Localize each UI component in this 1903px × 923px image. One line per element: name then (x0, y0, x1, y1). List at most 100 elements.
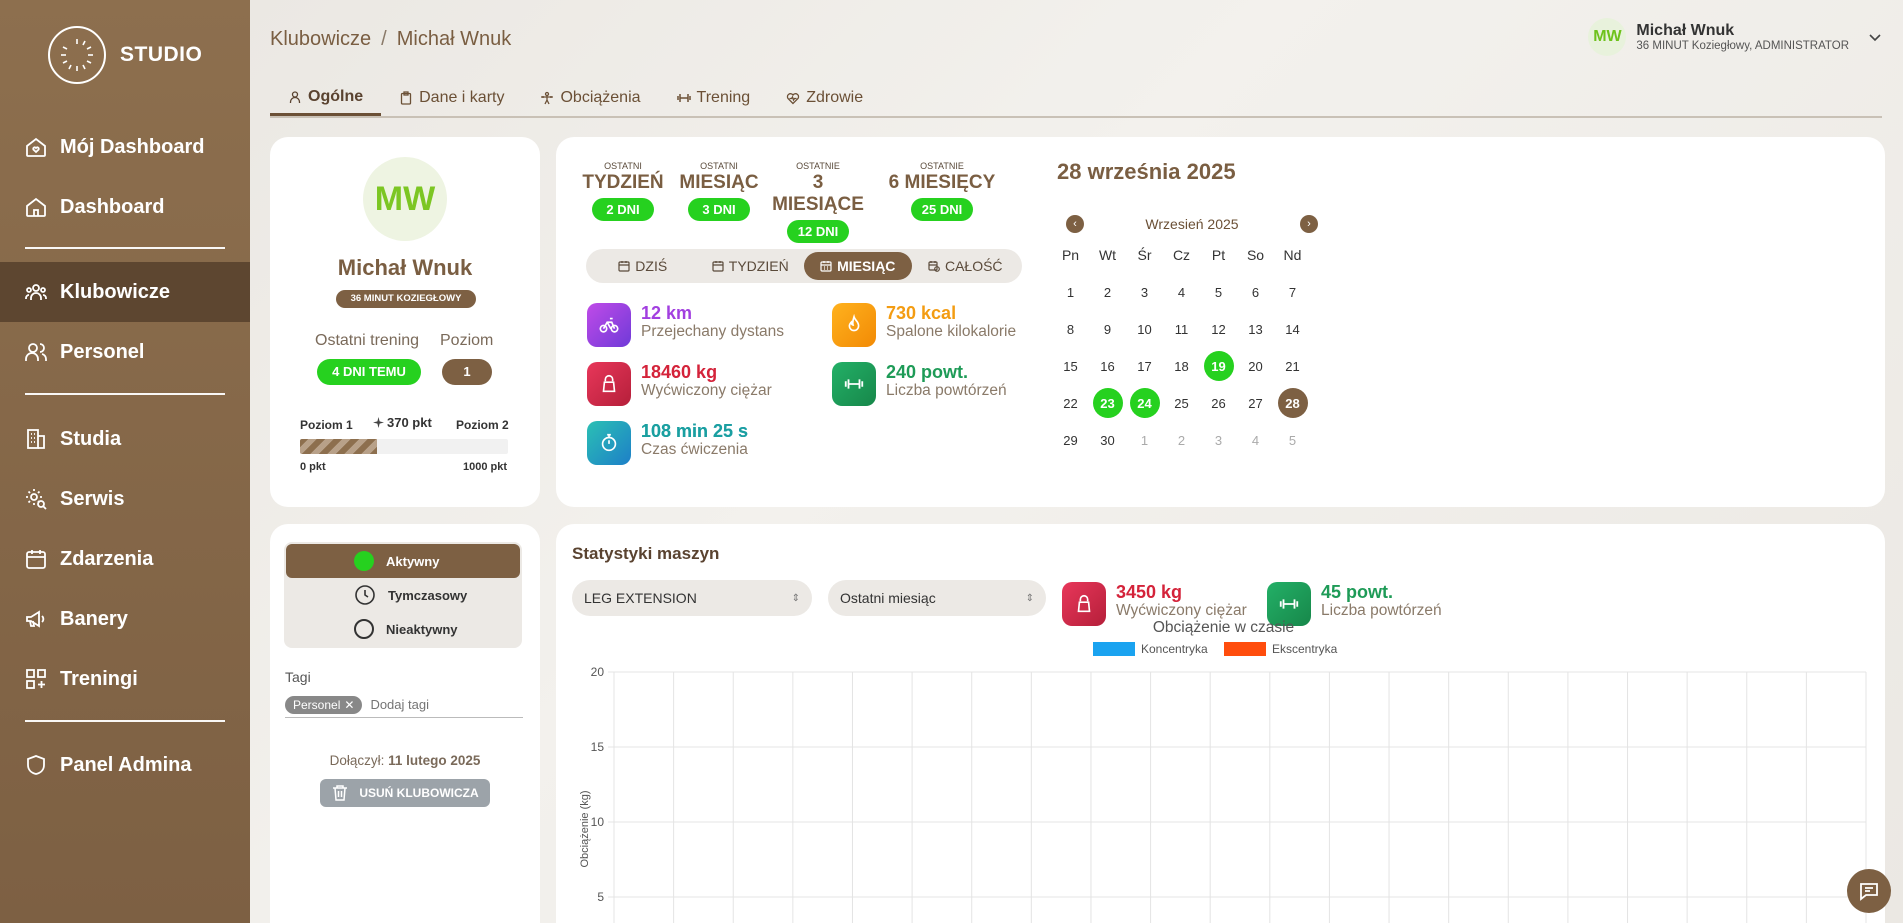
period-value: 2 DNI (592, 198, 654, 221)
calendar-day[interactable]: 9 (1089, 315, 1126, 343)
sidebar-item-banery[interactable]: Banery (0, 589, 250, 649)
delete-label: USUŃ KLUBOWICZA (359, 786, 479, 800)
range-month[interactable]: MIESIĄC (804, 252, 912, 280)
calendar-day-label: 22 (1063, 395, 1078, 411)
tags-label: Tagi (285, 669, 311, 685)
status-option-aktywny[interactable]: Aktywny (286, 544, 520, 578)
calendar-clock-icon (928, 261, 940, 272)
calendar-day[interactable]: 15 (1052, 352, 1089, 380)
sidebar-item-label: Banery (60, 607, 128, 630)
chat-icon (1860, 883, 1878, 901)
calendar-day[interactable]: 3 (1200, 426, 1237, 454)
range-today[interactable]: DZIŚ (589, 252, 697, 280)
user-menu[interactable]: MW Michał Wnuk 36 MINUT Koziegłowy, ADMI… (1588, 18, 1883, 56)
calendar-day[interactable]: 2 (1089, 278, 1126, 306)
calendar-day[interactable]: 24 (1126, 388, 1163, 418)
calendar-day[interactable]: 12 (1200, 315, 1237, 343)
tags-input[interactable] (370, 697, 491, 712)
calendar-day[interactable]: 3 (1126, 278, 1163, 306)
range-week[interactable]: TYDZIEŃ (697, 252, 805, 280)
chat-button[interactable] (1847, 869, 1891, 913)
calendar-day[interactable]: 26 (1200, 389, 1237, 417)
logo[interactable]: STUDIO (48, 26, 202, 84)
status-card: Aktywny Tymczasowy Nieaktywny Tagi Perso… (270, 524, 540, 923)
calendar-day[interactable]: 5 (1274, 426, 1311, 454)
next-month-button[interactable]: › (1299, 215, 1318, 233)
delete-member-button[interactable]: USUŃ KLUBOWICZA (320, 779, 490, 807)
calendar-day-label: 1 (1066, 284, 1075, 300)
calendar-day-label: 3 (1140, 284, 1149, 300)
calendar-day[interactable]: 22 (1052, 389, 1089, 417)
calendar-day[interactable]: 18 (1163, 352, 1200, 380)
calendar-day[interactable]: 4 (1163, 278, 1200, 306)
calendar-day[interactable]: 28 (1274, 388, 1311, 418)
tab-obciazenia[interactable]: Obciążenia (522, 80, 658, 116)
calendar-day[interactable]: 1 (1126, 426, 1163, 454)
profile-name: Michał Wnuk (337, 255, 473, 280)
calendar-day[interactable]: 13 (1237, 315, 1274, 343)
sidebar-item-personel[interactable]: Personel (0, 322, 250, 382)
tab-trening[interactable]: Trening (659, 80, 769, 116)
calendar-day[interactable]: 17 (1126, 352, 1163, 380)
range-selector: DZIŚ TYDZIEŃ MIESIĄC CAŁOŚĆ (586, 249, 1022, 283)
overview-card: OSTATNI TYDZIEŃ 2 DNI OSTATNI MIESIĄC 3 … (556, 137, 1885, 507)
range-all[interactable]: CAŁOŚĆ (912, 252, 1020, 280)
calendar-day[interactable]: 29 (1052, 426, 1089, 454)
calendar-day[interactable]: 6 (1237, 278, 1274, 306)
period-title: 3 MIESIĄCE (772, 172, 864, 215)
stat-label: Wyćwiczony ciężar (1116, 602, 1247, 619)
calendar-day[interactable]: 30 (1089, 426, 1126, 454)
megaphone-icon (26, 610, 45, 628)
close-icon[interactable]: ✕ (344, 698, 354, 712)
calendar-day[interactable]: 2 (1163, 426, 1200, 454)
calendar-title: 28 września 2025 (1057, 159, 1236, 184)
calendar-day-label: 9 (1103, 321, 1112, 337)
calendar-day-label: 7 (1288, 284, 1297, 300)
calendar-day[interactable]: 25 (1163, 389, 1200, 417)
sidebar-item-dashboard[interactable]: Dashboard (0, 177, 250, 237)
calendar-day[interactable]: 10 (1126, 315, 1163, 343)
sidebar-item-panel-admina[interactable]: Panel Admina (0, 735, 250, 795)
status-option-tymczasowy[interactable]: Tymczasowy (286, 578, 520, 612)
calendar-day[interactable]: 5 (1200, 278, 1237, 306)
points-value: 370 pkt (387, 415, 432, 430)
sparkle-icon (373, 417, 384, 428)
period-6-months: OSTATNIE 6 MIESIĘCY 25 DNI (882, 161, 1002, 221)
sidebar: STUDIO Mój Dashboard Dashboard Klubowicz… (0, 0, 250, 923)
calendar-day-label: 17 (1137, 358, 1152, 374)
calendar-day[interactable]: 27 (1237, 389, 1274, 417)
sidebar-item-zdarzenia[interactable]: Zdarzenia (0, 529, 250, 589)
tab-ogolne[interactable]: Ogólne (270, 80, 382, 116)
calendar-day[interactable]: 20 (1237, 352, 1274, 380)
calendar-day[interactable]: 23 (1089, 388, 1126, 418)
calendar-day-label: 24 (1129, 388, 1160, 418)
calendar-day[interactable]: 21 (1274, 352, 1311, 380)
calendar-day[interactable]: 16 (1089, 352, 1126, 380)
sidebar-item-serwis[interactable]: Serwis (0, 469, 250, 529)
progress-fill (300, 439, 377, 454)
machine-select[interactable]: LEG EXTENSION ⇕ (572, 580, 812, 616)
calendar-day[interactable]: 11 (1163, 315, 1200, 343)
breadcrumb-klubowicze[interactable]: Klubowicze (270, 28, 371, 50)
prev-month-button[interactable]: ‹ (1066, 215, 1084, 233)
sidebar-item-moj-dashboard[interactable]: Mój Dashboard (0, 117, 250, 177)
sidebar-item-treningi[interactable]: Treningi (0, 649, 250, 709)
calendar-day[interactable]: 19 (1200, 351, 1237, 381)
status-option-nieaktywny[interactable]: Nieaktywny (286, 612, 520, 646)
stat-label: Liczba powtórzeń (886, 382, 1007, 399)
period-select[interactable]: Ostatni miesiąc ⇕ (828, 580, 1046, 616)
calendar-day[interactable]: 14 (1274, 315, 1311, 343)
tab-dane-i-karty[interactable]: Dane i karty (381, 80, 522, 116)
calendar-day[interactable]: 1 (1052, 278, 1089, 306)
tab-label: Zdrowie (806, 89, 864, 106)
calendar-day[interactable]: 4 (1237, 426, 1274, 454)
calendar-day[interactable]: 7 (1274, 278, 1311, 306)
stat-label: Wyćwiczony ciężar (641, 382, 772, 399)
calendar-day-label: 1 (1140, 432, 1149, 448)
tab-zdrowie[interactable]: Zdrowie (768, 80, 881, 116)
empty-circle-icon (354, 619, 374, 639)
sidebar-item-studia[interactable]: Studia (0, 409, 250, 469)
calendar-day[interactable]: 8 (1052, 315, 1089, 343)
calendar-grid: Pn Wt Śr Cz Pt So Nd 1 2 3 4 5 6 7 8 9 10 11 12 13 14 15 16 17 1… (1052, 241, 1332, 454)
sidebar-item-klubowicze[interactable]: Klubowicze (0, 262, 250, 322)
